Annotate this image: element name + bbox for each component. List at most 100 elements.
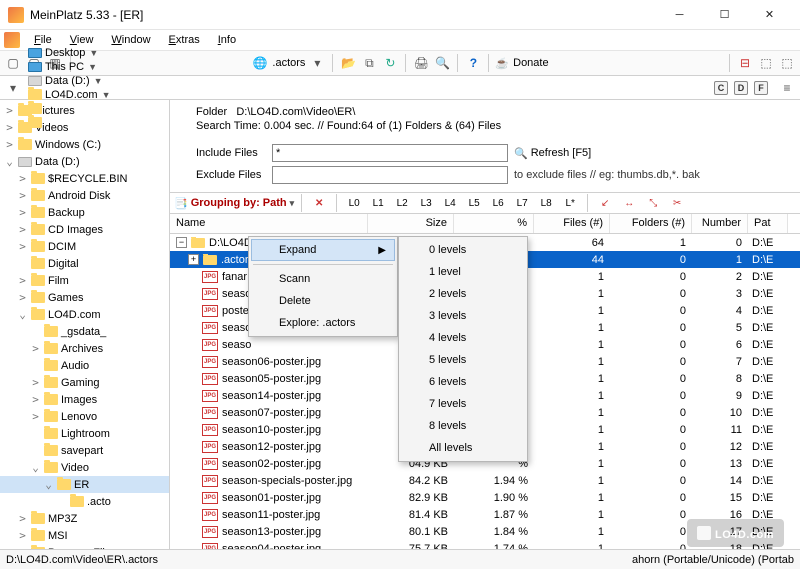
new-window-icon[interactable]: ▢	[4, 54, 22, 72]
tree-item[interactable]: ⌄Data (D:)	[0, 153, 169, 170]
ctx-sub-6-levels[interactable]: 6 levels	[401, 371, 525, 393]
tree-item[interactable]: >Windows (C:)	[0, 136, 169, 153]
donate-button[interactable]: ☕ Donate	[495, 57, 548, 70]
tree-item[interactable]: .acto	[0, 493, 169, 510]
level5-icon[interactable]: L5	[464, 194, 484, 212]
tree-item[interactable]: Lightroom	[0, 425, 169, 442]
expand-icon[interactable]: >	[17, 172, 28, 185]
collapse-icon[interactable]: ⌄	[17, 308, 28, 321]
expand-icon[interactable]: >	[17, 274, 28, 287]
expand-icon[interactable]: >	[4, 104, 15, 117]
tree-item[interactable]: >Games	[0, 289, 169, 306]
chevron-down-icon[interactable]: ▼	[89, 48, 98, 58]
tree-item[interactable]: Digital	[0, 255, 169, 272]
expand-icon[interactable]: +	[188, 254, 199, 265]
ctx-sub-3-levels[interactable]: 3 levels	[401, 305, 525, 327]
tree-item[interactable]: >Pictures	[0, 102, 169, 119]
ctx-sub-7-levels[interactable]: 7 levels	[401, 393, 525, 415]
level2-icon[interactable]: L2	[392, 194, 412, 212]
system-menu-icon[interactable]	[4, 32, 20, 48]
col-name[interactable]: Name	[170, 214, 368, 233]
table-row[interactable]: season11-poster.jpg81.4 KB1.87 %1016D:\E	[170, 506, 800, 523]
crumb-data-d-[interactable]: Data (D:)▼	[24, 74, 115, 88]
tree-item[interactable]: >Film	[0, 272, 169, 289]
table-row[interactable]: season04-poster.jpg75.7 KB1.74 %1018D:\E	[170, 540, 800, 549]
cut-icon[interactable]: ✂	[667, 194, 687, 212]
include-input[interactable]	[272, 144, 508, 162]
tile-v-icon[interactable]: ⬚	[778, 54, 796, 72]
address-dropdown-icon[interactable]: ▾	[308, 54, 326, 72]
tree-item[interactable]: >Gaming	[0, 374, 169, 391]
col-percent[interactable]: %	[454, 214, 534, 233]
tree-item[interactable]: >Archives	[0, 340, 169, 357]
expand-icon[interactable]: >	[17, 189, 28, 202]
tree-item[interactable]: ⌄LO4D.com	[0, 306, 169, 323]
breadcrumb-back-icon[interactable]: ▾	[4, 79, 22, 97]
tree-item[interactable]: >MSI	[0, 527, 169, 544]
col-folders[interactable]: Folders (#)	[610, 214, 692, 233]
fit-icon[interactable]: ⤡	[643, 194, 663, 212]
ctx-scann[interactable]: Scann	[251, 268, 395, 290]
expand-icon[interactable]: >	[17, 206, 28, 219]
breadcrumb-menu-icon[interactable]: ≡	[778, 79, 796, 97]
table-row[interactable]: season01-poster.jpg82.9 KB1.90 %1015D:\E	[170, 489, 800, 506]
expand-icon[interactable]: >	[30, 410, 41, 423]
collapse-icon[interactable]: ⌄	[4, 155, 15, 168]
level8-icon[interactable]: L8	[536, 194, 556, 212]
expand-icon[interactable]: ↔	[619, 194, 639, 212]
menu-extras[interactable]: Extras	[161, 32, 208, 48]
copy-icon[interactable]: ⧉	[360, 54, 378, 72]
expand-icon[interactable]: >	[30, 393, 41, 406]
table-row[interactable]: season13-poster.jpg80.1 KB1.84 %1017D:\E	[170, 523, 800, 540]
refresh-icon[interactable]: ↻	[381, 54, 399, 72]
tree-item[interactable]: >Lenovo	[0, 408, 169, 425]
tree-item[interactable]: >Program Files	[0, 544, 169, 549]
col-size[interactable]: Size	[368, 214, 454, 233]
drive-f-button[interactable]: F	[754, 81, 768, 95]
drive-c-button[interactable]: C	[714, 81, 728, 95]
tile-h-icon[interactable]: ⬚	[757, 54, 775, 72]
tree-item[interactable]: >$RECYCLE.BIN	[0, 170, 169, 187]
ctx-expand[interactable]: Expand▶	[251, 239, 395, 261]
expand-icon[interactable]: >	[30, 342, 41, 355]
chevron-down-icon[interactable]: ▼	[94, 76, 103, 86]
expand-icon[interactable]: >	[17, 546, 28, 549]
col-number[interactable]: Number	[692, 214, 748, 233]
level6-icon[interactable]: L6	[488, 194, 508, 212]
expand-icon[interactable]: >	[4, 138, 15, 151]
remove-window-icon[interactable]: ⊟	[736, 54, 754, 72]
level-all-icon[interactable]: L*	[560, 194, 580, 212]
delete-group-icon[interactable]: ✕	[309, 194, 329, 212]
ctx-sub-2-levels[interactable]: 2 levels	[401, 283, 525, 305]
tree-item[interactable]: >Videos	[0, 119, 169, 136]
ctx-delete[interactable]: Delete	[251, 290, 395, 312]
ctx-explore-actors[interactable]: Explore: .actors	[251, 312, 395, 334]
ctx-sub-1-level[interactable]: 1 level	[401, 261, 525, 283]
menu-info[interactable]: Info	[210, 32, 244, 48]
ctx-sub-all-levels[interactable]: All levels	[401, 437, 525, 459]
grouping-button[interactable]: 📑Grouping by: Path▾	[174, 197, 294, 210]
ctx-sub-4-levels[interactable]: 4 levels	[401, 327, 525, 349]
expand-icon[interactable]: >	[30, 376, 41, 389]
level1-icon[interactable]: L1	[368, 194, 388, 212]
tree-item[interactable]: _gsdata_	[0, 323, 169, 340]
level3-icon[interactable]: L3	[416, 194, 436, 212]
chevron-down-icon[interactable]: ▼	[88, 62, 97, 72]
close-button[interactable]: ✕	[747, 1, 792, 29]
tree-item[interactable]: >Android Disk	[0, 187, 169, 204]
folder-tree[interactable]: >Pictures>Videos>Windows (C:)⌄Data (D:)>…	[0, 100, 170, 549]
level7-icon[interactable]: L7	[512, 194, 532, 212]
crumb-desktop[interactable]: Desktop▼	[24, 46, 115, 60]
exclude-input[interactable]	[272, 166, 508, 184]
chevron-down-icon[interactable]: ▼	[102, 90, 111, 100]
context-menu[interactable]: Expand▶ ScannDeleteExplore: .actors	[248, 236, 398, 337]
col-files[interactable]: Files (#)	[534, 214, 610, 233]
crumb-this-pc[interactable]: This PC▼	[24, 60, 115, 74]
tree-item[interactable]: >DCIM	[0, 238, 169, 255]
help-icon[interactable]: ?	[464, 54, 482, 72]
tree-item[interactable]: >CD Images	[0, 221, 169, 238]
print-icon[interactable]: 🖨	[412, 54, 430, 72]
collapse-icon[interactable]: ⌄	[30, 461, 41, 474]
tree-item[interactable]: ⌄Video	[0, 459, 169, 476]
level0-icon[interactable]: L0	[344, 194, 364, 212]
